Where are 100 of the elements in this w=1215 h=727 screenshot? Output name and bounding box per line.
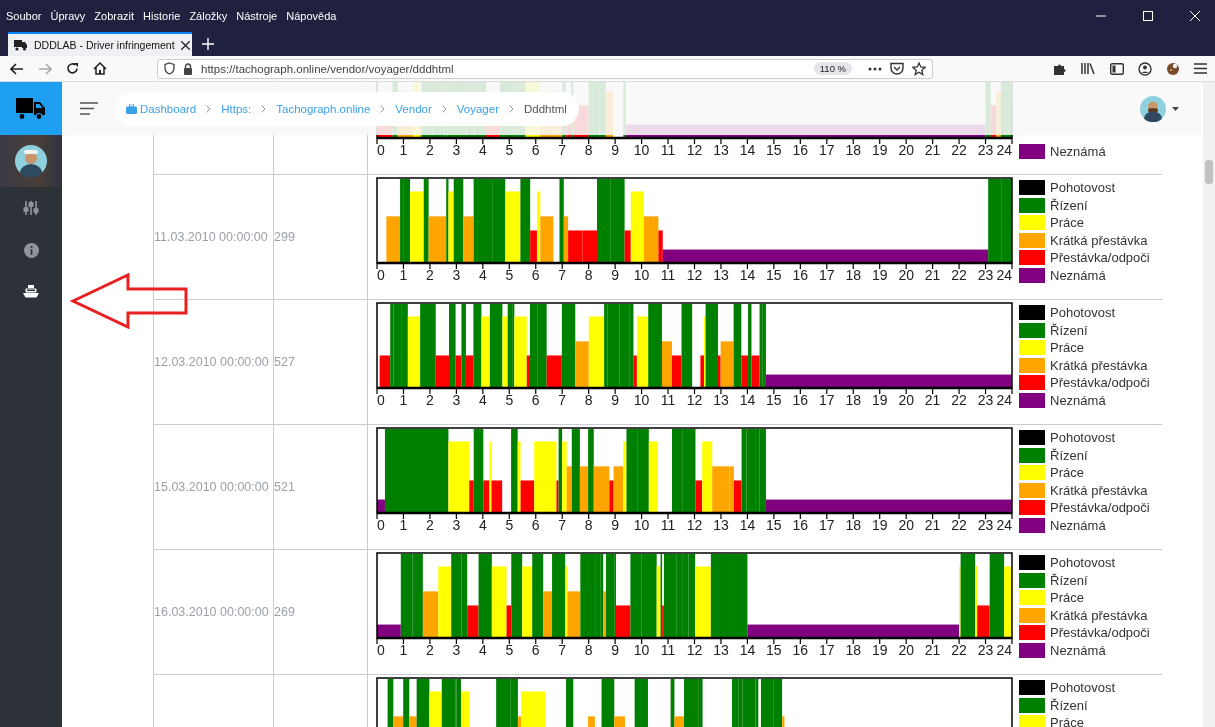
axis-label: 0 xyxy=(377,517,385,533)
axis-label: 22 xyxy=(951,142,967,158)
legend-label: Pohotovost xyxy=(1050,555,1116,571)
axis-label: 9 xyxy=(611,517,619,533)
axis-label: 19 xyxy=(871,392,888,408)
axis-label: 1 xyxy=(399,267,408,283)
axis-label: 2 xyxy=(426,642,434,658)
legend-label: Řízení xyxy=(1050,572,1088,588)
cookie-icon[interactable] xyxy=(1166,61,1180,76)
axis-label: 5 xyxy=(505,642,514,658)
axis-label: 18 xyxy=(845,142,862,158)
axis-label: 9 xyxy=(611,267,619,283)
legend-label: Práce xyxy=(1050,715,1084,727)
axis-label: 10 xyxy=(633,142,650,158)
axis-label: 4 xyxy=(478,267,487,283)
axis-label: 9 xyxy=(611,142,619,158)
axis-label: 18 xyxy=(845,267,862,283)
axis-label: 11 xyxy=(660,642,676,658)
menu-item[interactable]: Zobrazit xyxy=(94,10,135,22)
axis-label: 10 xyxy=(633,642,650,658)
axis-label: 7 xyxy=(558,642,567,658)
axis-label: 15 xyxy=(766,517,782,533)
menu-item[interactable]: Historie xyxy=(143,10,181,22)
axis-label: 7 xyxy=(558,267,567,283)
menu-item[interactable]: Úpravy xyxy=(50,10,86,22)
legend-label: Neznámá xyxy=(1050,267,1106,283)
close-tab-icon[interactable] xyxy=(180,40,190,50)
address-bar[interactable]: https://tachograph.online/vendor/voyager/dddhtml 110 % xyxy=(157,58,933,79)
legend-label: Krátká přestávka xyxy=(1050,607,1148,623)
menu-item[interactable]: Soubor xyxy=(6,10,42,22)
axis-label: 12 xyxy=(686,142,703,158)
menu-item[interactable]: Nápověda xyxy=(286,10,337,22)
legend-label: Pohotovost xyxy=(1050,180,1116,196)
browser-tab[interactable]: DDDLAB - Driver infringement xyxy=(8,32,192,56)
axis-label: 5 xyxy=(505,142,514,158)
axis-label: 8 xyxy=(584,642,593,658)
caret-icon[interactable] xyxy=(1172,106,1179,111)
truck-icon xyxy=(14,39,28,51)
axis-label: 10 xyxy=(633,392,650,408)
back-icon[interactable] xyxy=(10,62,24,75)
axis-label: 0 xyxy=(377,392,385,408)
menu-icon[interactable] xyxy=(80,102,98,115)
legend-label: Pohotovost xyxy=(1050,430,1116,446)
legend-label: Přestávka/odpoči xyxy=(1050,375,1150,391)
info-icon xyxy=(23,242,39,258)
axis-label: 20 xyxy=(898,392,914,408)
axis-label: 23 xyxy=(977,642,994,658)
axis-label: 16 xyxy=(792,142,809,158)
date-cell: 15.03.2010 00:00:00 xyxy=(154,480,269,494)
avatar-icon[interactable] xyxy=(15,145,47,177)
axis-label: 12 xyxy=(686,517,703,533)
legend-label: Přestávka/odpoči xyxy=(1050,625,1150,641)
axis-label: 14 xyxy=(739,142,756,158)
menu-item[interactable]: Záložky xyxy=(189,10,228,22)
axis-label: 2 xyxy=(426,267,434,283)
axis-label: 22 xyxy=(951,517,967,533)
axis-label: 16 xyxy=(792,392,809,408)
chevron-icon xyxy=(206,104,212,113)
ship-icon xyxy=(23,285,39,299)
legend-label: Práce xyxy=(1050,340,1084,356)
menu-icon[interactable] xyxy=(1194,63,1207,74)
shield-icon xyxy=(164,62,175,75)
pocket-icon[interactable] xyxy=(890,62,904,75)
axis-label: 14 xyxy=(739,267,756,283)
more-icon[interactable] xyxy=(868,66,882,71)
legend-label: Krátká přestávka xyxy=(1050,482,1148,498)
legend-label: Práce xyxy=(1050,590,1084,606)
reload-icon[interactable] xyxy=(66,62,79,75)
axis-label: 16 xyxy=(792,642,809,658)
axis-label: 5 xyxy=(505,267,514,283)
axis-label: 17 xyxy=(819,642,835,658)
axis-label: 21 xyxy=(924,517,941,533)
axis-label: 15 xyxy=(766,392,782,408)
axis-label: 3 xyxy=(452,517,461,533)
sidebar-icon[interactable] xyxy=(1110,62,1124,75)
close-icon[interactable] xyxy=(1190,11,1200,21)
axis-label: 21 xyxy=(924,142,941,158)
axis-label: 10 xyxy=(633,517,650,533)
count-cell: 299 xyxy=(274,230,295,244)
axis-label: 11 xyxy=(660,142,676,158)
axis-label: 22 xyxy=(951,642,967,658)
star-icon[interactable] xyxy=(912,61,926,76)
account-icon[interactable] xyxy=(1138,61,1152,76)
axis-label: 22 xyxy=(951,267,967,283)
maximize-icon[interactable] xyxy=(1143,11,1153,21)
zoom-badge[interactable]: 110 % xyxy=(813,62,852,75)
axis-label: 19 xyxy=(871,267,888,283)
avatar-icon[interactable] xyxy=(1140,95,1166,122)
menu-item[interactable]: Nástroje xyxy=(236,10,278,22)
home-icon[interactable] xyxy=(93,62,107,75)
library-icon[interactable] xyxy=(1081,62,1096,75)
axis-label: 20 xyxy=(898,517,914,533)
axis-label: 0 xyxy=(377,642,385,658)
axis-label: 11 xyxy=(660,392,676,408)
new-tab-icon[interactable] xyxy=(202,38,214,50)
axis-label: 9 xyxy=(611,392,619,408)
axis-label: 23 xyxy=(977,142,994,158)
axis-label: 16 xyxy=(792,267,809,283)
logo-tile[interactable] xyxy=(0,82,62,135)
scrollbar[interactable] xyxy=(1203,82,1215,727)
